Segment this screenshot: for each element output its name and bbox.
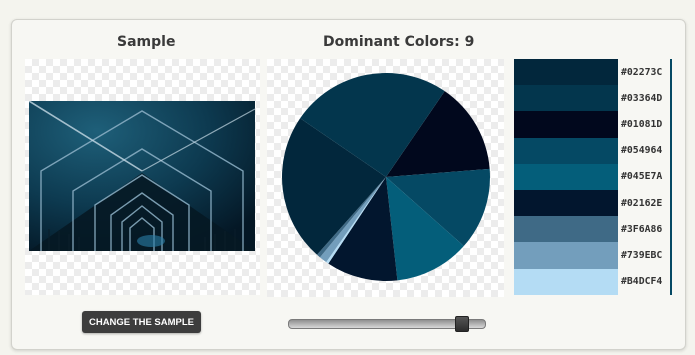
swatch-color: [514, 137, 618, 164]
swatch-color: [514, 111, 618, 138]
swatch-color: [514, 85, 618, 112]
sample-image-area: [25, 59, 260, 295]
swatch-hex-label: #045E7A: [618, 163, 672, 190]
swatch-row[interactable]: #045E7A: [514, 163, 674, 190]
swatch-color: [514, 163, 618, 190]
swatch-hex-label: #02162E: [618, 189, 672, 217]
swatch-color: [514, 216, 618, 243]
swatch-row[interactable]: #054964: [514, 137, 674, 164]
dominant-colors-heading: Dominant Colors: 9: [323, 34, 475, 50]
color-panel: Sample Dominant Colors: 9 #02273C #03364…: [11, 19, 686, 350]
swatch-row[interactable]: #03364D: [514, 85, 674, 112]
sample-photo-graphic: [28, 100, 256, 251]
swatch-hex-label: #03364D: [618, 85, 672, 112]
color-count-slider[interactable]: [288, 316, 486, 332]
sample-heading: Sample: [117, 34, 176, 50]
pie-chart-area: [267, 59, 504, 297]
swatch-row[interactable]: #739EBC: [514, 242, 674, 269]
swatch-hex-label: #739EBC: [618, 242, 672, 269]
swatch-hex-label: #3F6A86: [618, 216, 672, 243]
change-sample-button[interactable]: CHANGE THE SAMPLE: [82, 311, 201, 333]
sample-photo: [28, 100, 256, 251]
swatch-hex-label: #B4DCF4: [618, 268, 672, 295]
swatch-row[interactable]: #3F6A86: [514, 216, 674, 243]
slider-thumb[interactable]: [455, 316, 470, 332]
color-swatch-list: #02273C #03364D #01081D #054964 #045E7A …: [514, 59, 674, 295]
swatch-row[interactable]: #02273C: [514, 59, 674, 86]
swatch-row[interactable]: #02162E: [514, 189, 674, 217]
swatch-color: [514, 189, 618, 217]
swatch-color: [514, 268, 618, 295]
swatch-color: [514, 242, 618, 269]
swatch-hex-label: #054964: [618, 137, 672, 164]
swatch-row[interactable]: #B4DCF4: [514, 268, 674, 295]
swatch-color: [514, 59, 618, 86]
swatch-hex-label: #02273C: [618, 59, 672, 86]
dominant-colors-pie: [282, 73, 490, 281]
swatch-hex-label: #01081D: [618, 111, 672, 138]
swatch-row[interactable]: #01081D: [514, 111, 674, 138]
